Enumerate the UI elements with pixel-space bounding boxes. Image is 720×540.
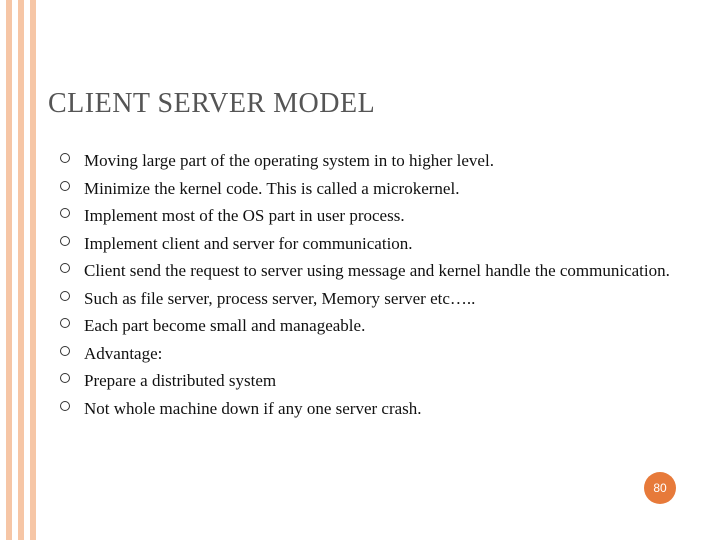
slide: CLIENT SERVER MODEL Moving large part of… [0, 0, 720, 540]
bullet-icon [60, 263, 70, 273]
list-item: Each part become small and manageable. [60, 313, 680, 339]
bullet-icon [60, 153, 70, 163]
bullet-icon [60, 318, 70, 328]
bullet-icon [60, 208, 70, 218]
page-number-badge: 80 [644, 472, 676, 504]
bullet-text: Implement client and server for communic… [84, 234, 413, 253]
slide-title: CLIENT SERVER MODEL [48, 88, 680, 120]
bullet-text: Each part become small and manageable. [84, 316, 365, 335]
list-item: Not whole machine down if any one server… [60, 396, 680, 422]
bullet-icon [60, 346, 70, 356]
bullet-text: Implement most of the OS part in user pr… [84, 206, 405, 225]
list-item: Prepare a distributed system [60, 368, 680, 394]
decorative-stripes [0, 0, 36, 540]
bullet-icon [60, 401, 70, 411]
bullet-text: Client send the request to server using … [84, 261, 670, 280]
bullet-text: Prepare a distributed system [84, 371, 276, 390]
bullet-icon [60, 181, 70, 191]
stripe [6, 0, 12, 540]
stripe [18, 0, 24, 540]
list-item: Implement client and server for communic… [60, 231, 680, 257]
bullet-icon [60, 291, 70, 301]
list-item: Client send the request to server using … [60, 258, 680, 284]
list-item: Moving large part of the operating syste… [60, 148, 680, 174]
bullet-text: Moving large part of the operating syste… [84, 151, 494, 170]
content-area: CLIENT SERVER MODEL Moving large part of… [48, 88, 680, 423]
bullet-text: Minimize the kernel code. This is called… [84, 179, 459, 198]
bullet-text: Not whole machine down if any one server… [84, 399, 422, 418]
bullet-text: Advantage: [84, 344, 162, 363]
bullet-text: Such as file server, process server, Mem… [84, 289, 475, 308]
list-item: Such as file server, process server, Mem… [60, 286, 680, 312]
bullet-icon [60, 236, 70, 246]
list-item: Implement most of the OS part in user pr… [60, 203, 680, 229]
stripe [30, 0, 36, 540]
bullet-icon [60, 373, 70, 383]
list-item: Advantage: [60, 341, 680, 367]
list-item: Minimize the kernel code. This is called… [60, 176, 680, 202]
page-number: 80 [653, 481, 666, 495]
bullet-list: Moving large part of the operating syste… [48, 148, 680, 421]
